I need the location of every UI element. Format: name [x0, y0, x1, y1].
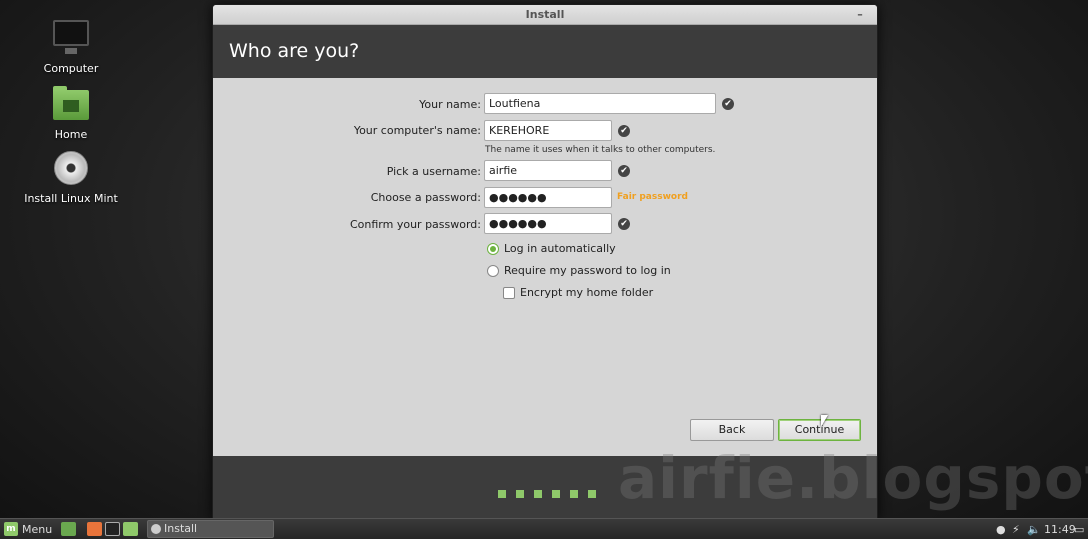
- name-label: Your name:: [419, 98, 481, 111]
- login-password-label[interactable]: Require my password to log in: [504, 264, 671, 277]
- firefox-icon[interactable]: [87, 522, 102, 536]
- menu-button[interactable]: m Menu: [4, 521, 52, 538]
- desktop-icon-install-linux-mint[interactable]: Install Linux Mint: [16, 148, 126, 205]
- desktop-icon-label: Computer: [43, 62, 99, 75]
- user-icon[interactable]: ●: [996, 521, 1006, 538]
- form-area: Your name: Loutfiena ✔ Your computer's n…: [213, 78, 877, 458]
- home-folder-icon: [51, 84, 91, 124]
- window-title: Install: [525, 8, 565, 21]
- notifications-icon[interactable]: ▭: [1074, 521, 1084, 538]
- task-label: Install: [164, 522, 198, 535]
- progress-dots: [498, 483, 606, 502]
- password-strength: Fair password: [617, 192, 688, 202]
- terminal-icon[interactable]: [105, 522, 120, 536]
- computer-icon: [51, 18, 91, 58]
- computer-name-label: Your computer's name:: [353, 124, 481, 137]
- mint-logo-icon: m: [4, 522, 18, 536]
- minimize-button[interactable]: –: [853, 5, 867, 25]
- window-titlebar[interactable]: Install –: [213, 5, 877, 25]
- progress-dot: [534, 490, 542, 498]
- name-input[interactable]: Loutfiena: [484, 93, 716, 114]
- login-auto-label[interactable]: Log in automatically: [504, 242, 616, 255]
- progress-dot: [570, 490, 578, 498]
- encrypt-home-checkbox[interactable]: [503, 287, 515, 299]
- name-valid-icon: ✔: [722, 98, 734, 110]
- username-input[interactable]: airfie: [484, 160, 612, 181]
- computer-name-input[interactable]: KEREHORE: [484, 120, 612, 141]
- desktop-icon-computer[interactable]: Computer: [16, 18, 126, 75]
- taskbar-item-install[interactable]: Install: [147, 520, 274, 538]
- continue-button[interactable]: Continue: [778, 419, 861, 441]
- confirm-password-label: Confirm your password:: [349, 218, 481, 231]
- files-icon[interactable]: [123, 522, 138, 536]
- password-input[interactable]: ●●●●●●: [484, 187, 612, 208]
- progress-dot: [516, 490, 524, 498]
- mouse-cursor: [821, 415, 828, 427]
- watermark: airfie.blogspot.co.id: [618, 444, 1088, 512]
- taskbar: m Menu Install ● ⚡ 🔈 11:49 ▭: [0, 518, 1088, 539]
- install-icon: [151, 524, 161, 534]
- show-desktop-icon[interactable]: [61, 522, 76, 536]
- login-password-radio[interactable]: [487, 265, 499, 277]
- menu-label: Menu: [22, 523, 53, 536]
- password-label: Choose a password:: [370, 191, 481, 204]
- install-window: Install – Who are you? Your name: Loutfi…: [212, 4, 878, 519]
- progress-dot: [552, 490, 560, 498]
- desktop-icon-label: Install Linux Mint: [24, 192, 118, 205]
- desktop-icon-home[interactable]: Home: [16, 84, 126, 141]
- login-auto-radio[interactable]: [487, 243, 499, 255]
- progress-dot: [588, 490, 596, 498]
- page-header: Who are you?: [213, 25, 877, 78]
- network-icon[interactable]: ⚡: [1012, 521, 1020, 538]
- desktop-icon-label: Home: [54, 128, 88, 141]
- confirm-password-valid-icon: ✔: [618, 218, 630, 230]
- back-button[interactable]: Back: [690, 419, 774, 441]
- computer-name-hint: The name it uses when it talks to other …: [485, 145, 716, 155]
- username-label: Pick a username:: [386, 165, 481, 178]
- username-valid-icon: ✔: [618, 165, 630, 177]
- volume-icon[interactable]: 🔈: [1027, 521, 1041, 538]
- confirm-password-input[interactable]: ●●●●●●: [484, 213, 612, 234]
- page-title: Who are you?: [229, 40, 360, 62]
- disc-icon: [51, 148, 91, 188]
- encrypt-home-label[interactable]: Encrypt my home folder: [520, 286, 653, 299]
- clock[interactable]: 11:49: [1044, 521, 1076, 538]
- computer-name-valid-icon: ✔: [618, 125, 630, 137]
- progress-dot: [498, 490, 506, 498]
